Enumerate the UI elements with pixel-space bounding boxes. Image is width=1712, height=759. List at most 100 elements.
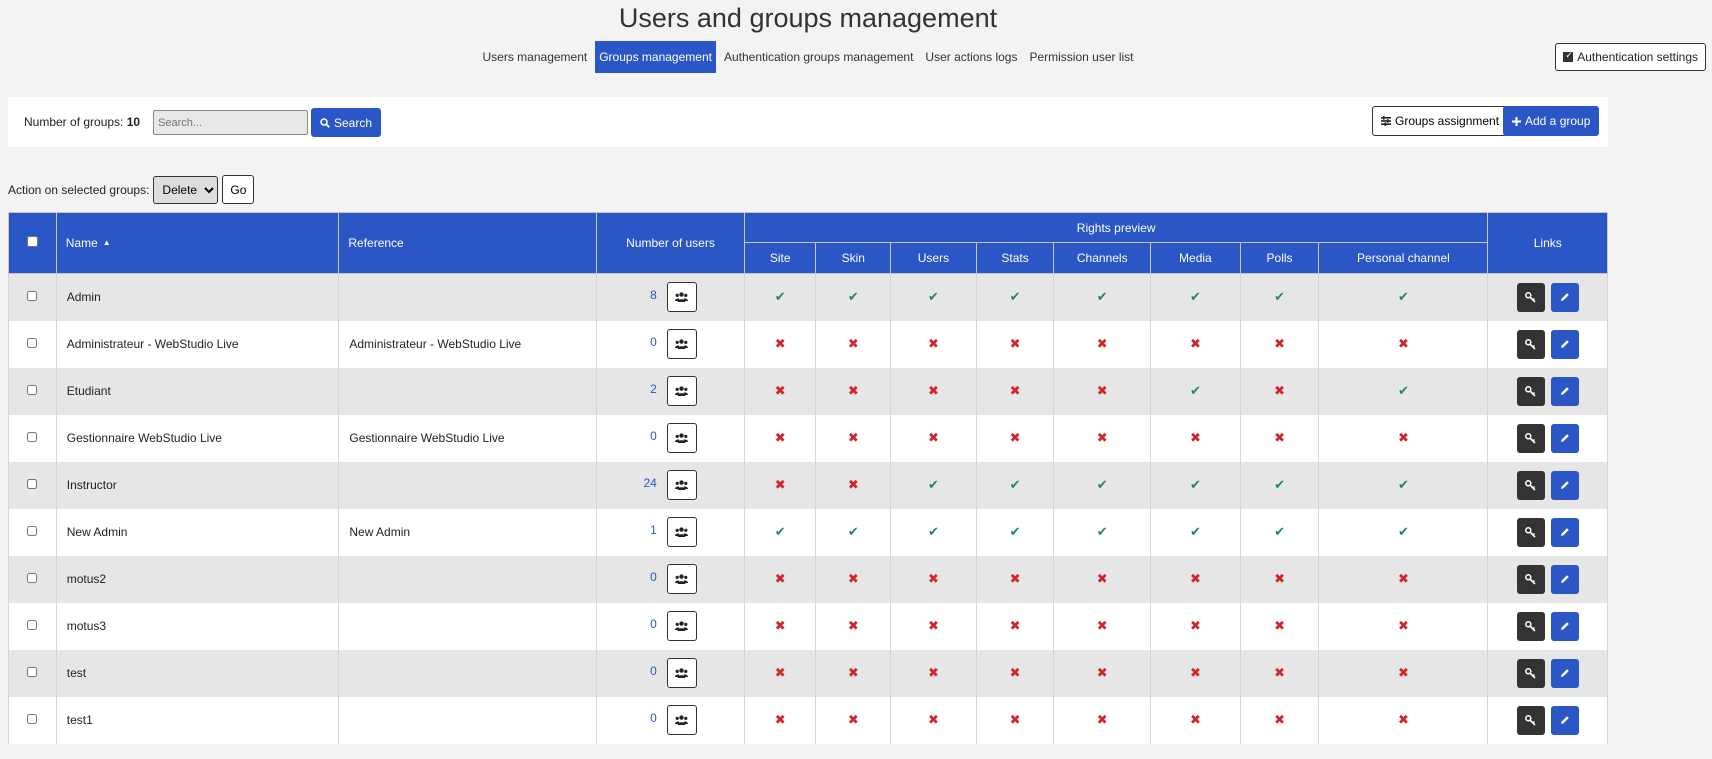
users-icon	[675, 292, 689, 303]
group-name: Instructor	[55, 461, 340, 509]
cross-icon: ✖	[1189, 712, 1201, 727]
cross-icon: ✖	[774, 477, 786, 492]
row-checkbox[interactable]	[27, 479, 38, 489]
group-permissions-button[interactable]	[1516, 564, 1545, 594]
table-row: test 0 ✖ ✖ ✖ ✖ ✖ ✖ ✖ ✖	[8, 649, 1608, 697]
user-count-link[interactable]: 24	[643, 476, 656, 490]
select-all-checkbox[interactable]	[26, 236, 38, 247]
group-permissions-button[interactable]	[1516, 423, 1545, 453]
users-icon	[675, 433, 689, 443]
key-icon	[1525, 291, 1536, 303]
cross-icon: ✖	[1009, 430, 1021, 445]
cross-icon: ✖	[847, 430, 859, 445]
cross-icon: ✖	[927, 571, 939, 586]
group-users-cell: 2	[596, 367, 745, 415]
cross-icon: ✖	[1274, 571, 1285, 586]
edit-group-button[interactable]	[1550, 423, 1579, 453]
row-checkbox[interactable]	[27, 573, 38, 583]
edit-group-button[interactable]	[1550, 611, 1579, 641]
tab-user-actions-logs[interactable]: User actions logs	[921, 41, 1021, 73]
user-count-link[interactable]: 0	[650, 429, 657, 443]
tab-authentication-groups-management[interactable]: Authentication groups management	[720, 41, 917, 73]
group-permissions-button[interactable]	[1516, 705, 1545, 735]
right-stats-cell: ✖	[975, 320, 1055, 368]
group-users-button[interactable]	[666, 611, 697, 641]
group-users-button[interactable]	[666, 564, 697, 594]
right-media-cell: ✖	[1150, 414, 1241, 462]
table-row: motus2 0 ✖ ✖ ✖ ✖ ✖ ✖ ✖ ✖	[8, 555, 1608, 603]
group-permissions-button[interactable]	[1516, 517, 1545, 547]
search-input[interactable]	[153, 110, 308, 135]
cross-icon: ✖	[1009, 383, 1021, 398]
edit-group-button[interactable]	[1550, 564, 1579, 594]
row-checkbox[interactable]	[27, 432, 38, 442]
row-checkbox[interactable]	[27, 620, 38, 630]
user-count-link[interactable]: 1	[650, 523, 657, 537]
row-checkbox[interactable]	[27, 667, 38, 677]
tab-groups-management[interactable]: Groups management	[595, 41, 716, 73]
group-users-button[interactable]	[666, 470, 697, 500]
check-icon: ✔	[1189, 289, 1201, 305]
right-header-personal-channel: Personal channel	[1318, 242, 1489, 274]
tab-permission-user-list[interactable]: Permission user list	[1025, 41, 1137, 73]
nav-tabs: Users management Groups management Authe…	[0, 41, 1616, 73]
user-count-link[interactable]: 0	[650, 617, 657, 631]
user-count-link[interactable]: 8	[650, 288, 657, 302]
row-checkbox[interactable]	[27, 338, 38, 348]
group-users-button[interactable]	[666, 376, 697, 406]
edit-group-button[interactable]	[1550, 282, 1579, 312]
group-users-button[interactable]	[666, 658, 697, 688]
edit-group-button[interactable]	[1550, 329, 1579, 359]
tab-users-management[interactable]: Users management	[479, 41, 592, 73]
select-all-header	[8, 212, 57, 274]
user-count-link[interactable]: 0	[650, 711, 657, 725]
name-header[interactable]: Name ▲	[55, 212, 340, 274]
row-checkbox[interactable]	[27, 291, 38, 302]
user-count-link[interactable]: 2	[650, 382, 657, 396]
group-name: Gestionnaire WebStudio Live	[55, 414, 340, 462]
checkbox-icon	[1563, 50, 1574, 62]
search-button[interactable]: Search	[311, 108, 382, 137]
go-button[interactable]: Go	[222, 175, 255, 204]
group-users-button[interactable]	[666, 705, 697, 735]
right-site-cell: ✖	[743, 320, 817, 368]
cross-icon: ✖	[1009, 712, 1021, 727]
edit-group-button[interactable]	[1550, 517, 1579, 547]
group-permissions-button[interactable]	[1516, 329, 1545, 359]
authentication-settings-button[interactable]: Authentication settings	[1555, 43, 1706, 71]
right-skin-cell: ✖	[815, 414, 892, 462]
group-permissions-button[interactable]	[1516, 470, 1545, 500]
check-icon: ✔	[1096, 289, 1108, 305]
group-permissions-button[interactable]	[1516, 658, 1545, 688]
user-count-link[interactable]: 0	[650, 335, 657, 349]
row-checkbox[interactable]	[27, 526, 38, 536]
row-checkbox[interactable]	[27, 714, 38, 724]
pencil-icon	[1560, 669, 1569, 677]
check-icon: ✔	[1096, 524, 1108, 539]
check-icon: ✔	[1274, 477, 1285, 492]
add-group-button[interactable]: Add a group	[1503, 106, 1600, 136]
edit-group-button[interactable]	[1550, 470, 1579, 500]
user-count-link[interactable]: 0	[650, 664, 657, 678]
group-permissions-button[interactable]	[1516, 376, 1545, 406]
edit-group-button[interactable]	[1550, 376, 1579, 406]
group-users-cell: 24	[596, 461, 745, 509]
group-users-button[interactable]	[666, 423, 697, 453]
number-of-users-header: Number of users	[596, 212, 745, 274]
group-permissions-button[interactable]	[1516, 282, 1545, 312]
group-name: motus2	[55, 555, 340, 603]
group-users-button[interactable]	[666, 329, 697, 359]
key-icon	[1525, 432, 1536, 444]
bulk-action-select[interactable]: Delete	[153, 175, 219, 204]
user-count-link[interactable]: 0	[650, 570, 657, 584]
row-select-cell	[8, 273, 57, 321]
cross-icon: ✖	[1397, 430, 1409, 445]
check-icon: ✔	[1009, 289, 1021, 305]
group-users-button[interactable]	[666, 517, 697, 547]
edit-group-button[interactable]	[1550, 658, 1579, 688]
row-checkbox[interactable]	[27, 385, 38, 395]
group-permissions-button[interactable]	[1516, 611, 1545, 641]
edit-group-button[interactable]	[1550, 705, 1579, 735]
groups-assignment-button[interactable]: Groups assignment	[1372, 106, 1509, 136]
group-users-button[interactable]	[666, 282, 697, 313]
